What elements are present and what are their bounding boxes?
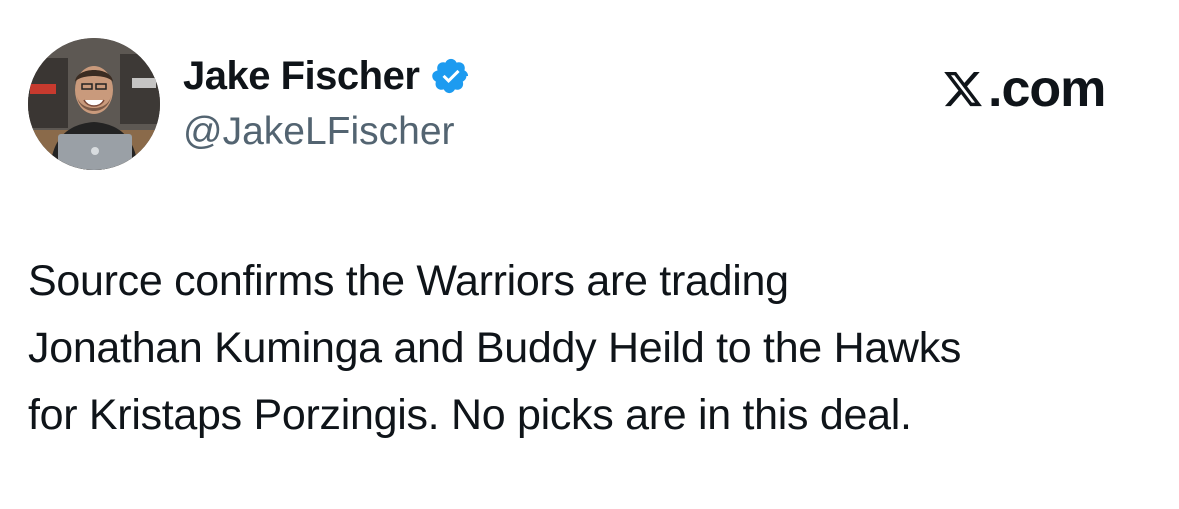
verified-badge-icon — [432, 58, 469, 94]
tweet-card: Jake Fischer @JakeLFischer .com Source c… — [0, 0, 1179, 509]
tweet-text-line: Jonathan Kuminga and Buddy Heild to the … — [28, 324, 962, 372]
site-logo: .com — [942, 60, 1106, 118]
author-name[interactable]: Jake Fischer — [183, 52, 420, 100]
avatar-photo-icon — [28, 38, 160, 170]
author-avatar[interactable] — [28, 38, 160, 170]
tweet-text-line: for Kristaps Porzingis. No picks are in … — [28, 391, 912, 439]
tweet-text: Source confirms the Warriors are trading… — [28, 248, 1163, 449]
author-name-row[interactable]: Jake Fischer — [183, 52, 471, 100]
x-logo-icon — [944, 71, 982, 107]
site-domain-text: .com — [988, 60, 1106, 118]
tweet-text-line: Source confirms the Warriors are trading — [28, 257, 789, 305]
author-handle[interactable]: @JakeLFischer — [183, 108, 455, 156]
